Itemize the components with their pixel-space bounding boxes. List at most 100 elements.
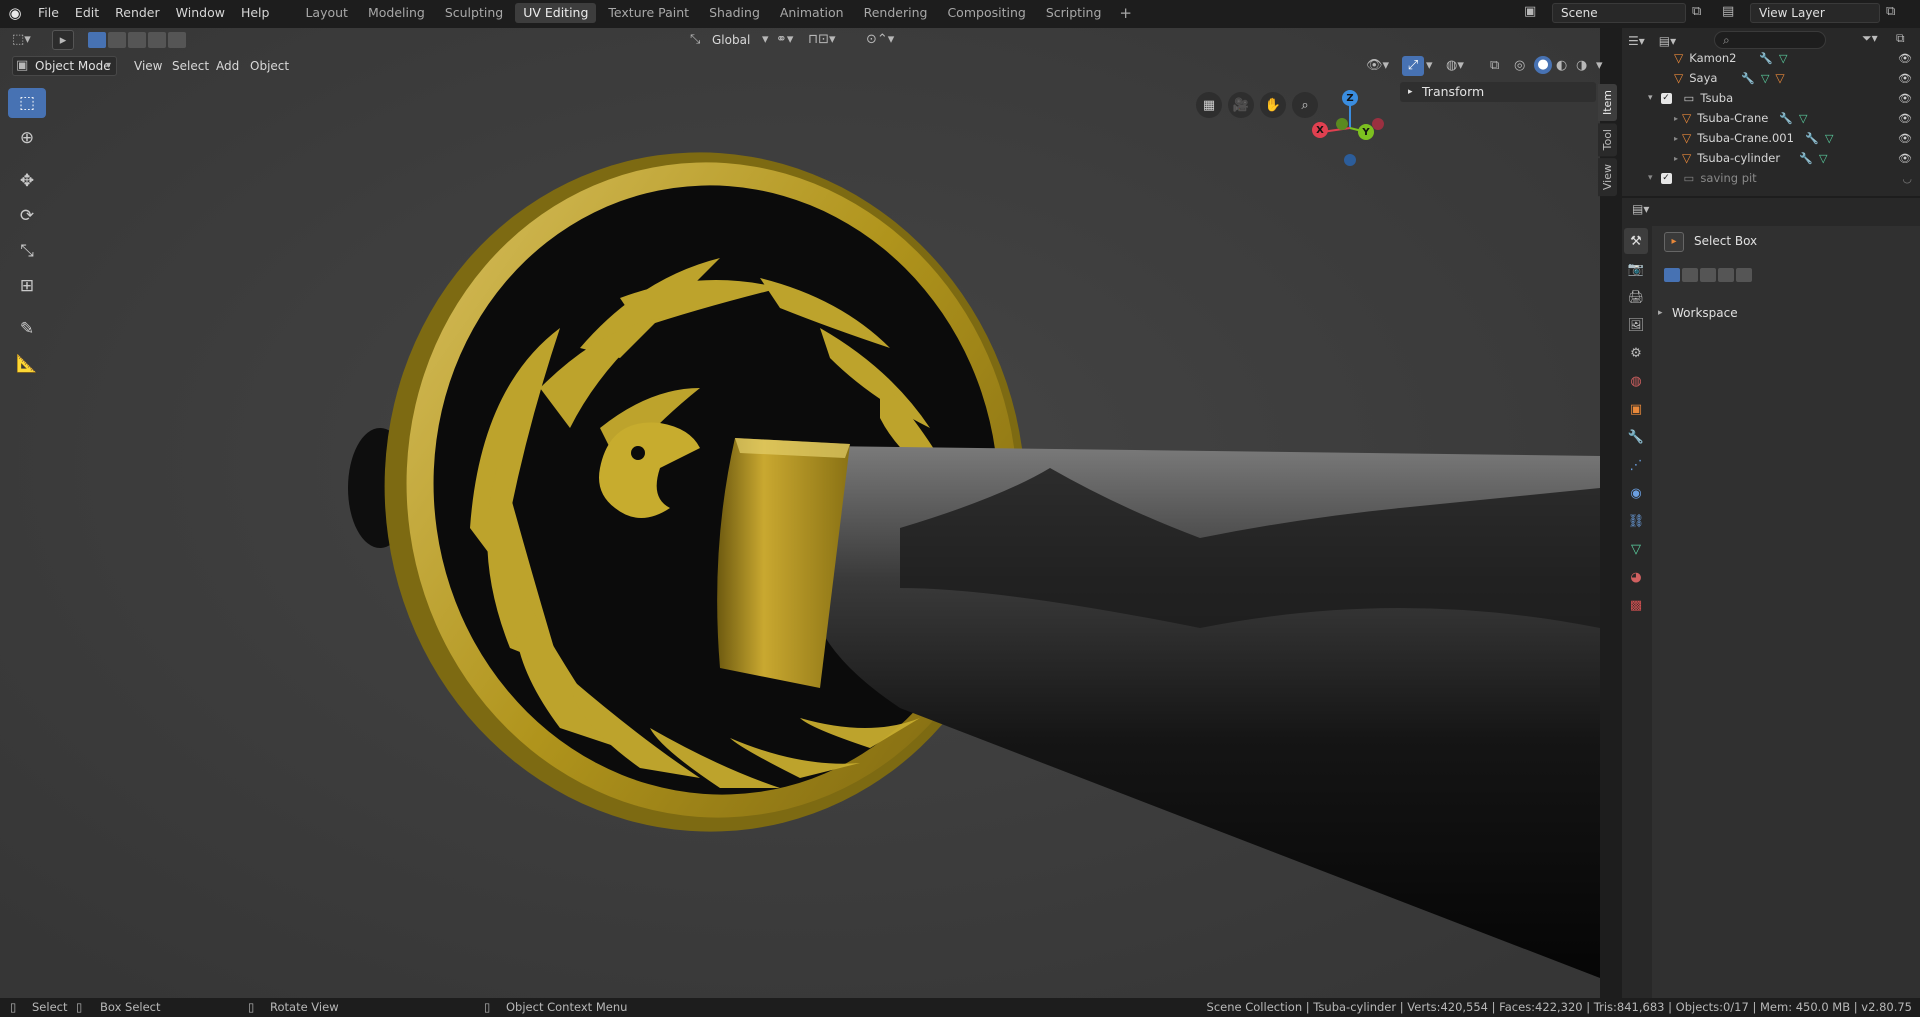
data-properties-icon[interactable]: ▽ [1624,536,1648,562]
list-item[interactable]: ▸ ▽ Tsuba-cylinder 🔧 ▽ 👁 [1622,148,1920,168]
menu-object[interactable]: Object [244,56,295,76]
menu-view[interactable]: View [128,56,168,76]
visibility-eye-icon[interactable]: 👁 [1898,52,1912,65]
tab-tool[interactable]: Tool [1598,123,1617,157]
visibility-hidden-icon[interactable]: ◡ [1902,172,1912,185]
new-collection-icon[interactable]: ⧉ [1896,31,1905,46]
editor-type-icon[interactable]: ⬚▾ [12,30,31,50]
new-view-layer-icon[interactable]: ⧉ [1886,2,1895,22]
axis-x-icon[interactable]: X [1312,122,1328,138]
modifier-icon[interactable]: 🔧 [1779,112,1793,125]
workspace-expand-icon[interactable]: ▸ [1658,308,1663,318]
modifier-icon[interactable]: 🔧 [1759,52,1773,65]
expand-icon[interactable]: ▸ [1674,154,1678,163]
tool-properties-icon[interactable]: ⚒ [1624,228,1648,254]
rotate-tool-icon[interactable]: ⟳ [8,201,46,231]
menu-render[interactable]: Render [107,0,168,26]
solid-shading-icon[interactable]: ● [1534,56,1552,74]
mode-set-icon[interactable] [1664,268,1680,282]
3d-viewport[interactable] [0,28,1600,998]
workspace-panel-header[interactable]: Workspace [1672,306,1738,320]
menu-add[interactable]: Add [210,56,245,76]
modifier-icon[interactable]: 🔧 [1805,132,1819,145]
modifier-icon[interactable]: 🔧 [1799,152,1813,165]
pivot-icon[interactable]: ⚭▾ [776,30,793,50]
mesh-data-icon[interactable]: ▽ [1825,132,1833,145]
menu-file[interactable]: File [30,0,67,26]
add-workspace-icon[interactable]: + [1113,4,1138,22]
orientation-dropdown[interactable]: Global [706,30,756,50]
axis-neg-x-icon[interactable] [1372,118,1384,130]
mesh-data-icon[interactable]: ▽ [1779,52,1787,65]
toggle-grid-icon[interactable]: ▦ [1196,92,1222,118]
scene-properties-icon[interactable]: ⚙ [1624,340,1648,366]
tab-animation[interactable]: Animation [772,3,852,23]
texture-properties-icon[interactable]: ▩ [1624,592,1648,618]
collapse-chevron-icon[interactable]: ▾ [1648,173,1653,183]
axis-z-icon[interactable]: Z [1342,90,1358,106]
modifier-icon[interactable]: 🔧 [1741,72,1755,85]
tab-rendering[interactable]: Rendering [856,3,936,23]
select-invert-icon[interactable] [148,32,166,48]
tab-scripting[interactable]: Scripting [1038,3,1110,23]
axis-neg-y-icon[interactable] [1336,118,1348,130]
expand-icon[interactable]: ▸ [1674,114,1678,123]
mode-intersect-icon[interactable] [1736,268,1752,282]
select-subtract-icon[interactable] [128,32,146,48]
render-properties-icon[interactable]: 📷 [1624,256,1648,282]
mode-extend-icon[interactable] [1682,268,1698,282]
mode-subtract-icon[interactable] [1700,268,1716,282]
snap-icon[interactable]: ⊓⊡▾ [808,30,836,50]
axis-neg-z-icon[interactable] [1344,154,1356,166]
outliner-display-mode-icon[interactable]: ▤▾ [1659,34,1676,48]
tool-select-icon[interactable]: ▸ [52,30,74,50]
cursor-tool-icon[interactable]: ⊕ [8,123,46,153]
select-intersect-icon[interactable] [168,32,186,48]
visibility-eye-icon[interactable]: 👁 [1898,132,1912,145]
visibility-icon[interactable]: 👁▾ [1366,56,1389,76]
tab-item[interactable]: Item [1598,84,1617,122]
select-new-icon[interactable] [88,32,106,48]
blender-logo-icon[interactable]: ◉ [0,0,30,26]
outliner-editor-icon[interactable]: ☰▾ [1628,34,1645,48]
new-scene-icon[interactable]: ⧉ [1692,2,1701,22]
mesh-data-icon[interactable]: ▽ [1819,152,1827,165]
mode-difference-icon[interactable] [1718,268,1734,282]
material-shading-icon[interactable]: ◐ [1556,56,1567,76]
visibility-eye-icon[interactable]: 👁 [1898,112,1912,125]
physics-properties-icon[interactable]: ◉ [1624,480,1648,506]
constraints-properties-icon[interactable]: ⛓ [1624,508,1648,534]
transform-panel-header[interactable]: ▸ Transform [1400,82,1596,102]
tab-modeling[interactable]: Modeling [360,3,433,23]
object-properties-icon[interactable]: ▣ [1624,396,1648,422]
tab-compositing[interactable]: Compositing [939,3,1033,23]
proportional-edit-icon[interactable]: ⊙⌃▾ [866,30,894,50]
overlays-icon[interactable]: ◍▾ [1446,56,1464,76]
list-item[interactable]: ▸ ▽ Tsuba-Crane.001 🔧 ▽ 👁 [1622,128,1920,148]
collection-checkbox[interactable]: ✓ [1660,172,1672,184]
scale-tool-icon[interactable]: ⤡ [8,236,46,266]
camera-view-icon[interactable]: 🎥 [1228,92,1254,118]
rendered-shading-icon[interactable]: ◑ [1576,56,1587,76]
measure-tool-icon[interactable]: 📐 [8,349,46,379]
visibility-eye-icon[interactable]: 👁 [1898,152,1912,165]
particles-properties-icon[interactable]: ⋰ [1624,452,1648,478]
tab-uv-editing[interactable]: UV Editing [515,3,597,23]
axis-gizmo[interactable]: Z X Y [1310,90,1390,170]
menu-select[interactable]: Select [166,56,215,76]
tab-sculpting[interactable]: Sculpting [437,3,511,23]
view-layer-selector[interactable]: View Layer [1750,3,1880,23]
tab-view[interactable]: View [1598,158,1617,197]
menu-window[interactable]: Window [168,0,233,26]
transform-tool-icon[interactable]: ⊞ [8,271,46,301]
gizmo-chevron-icon[interactable]: ▾ [1426,56,1433,76]
list-item[interactable]: ▽ Kamon2 🔧 ▽ 👁 [1622,48,1920,68]
mesh-data-icon[interactable]: ▽ [1799,112,1807,125]
view-layer-properties-icon[interactable]: 🖼 [1624,312,1648,338]
mesh-data-icon[interactable]: ▽ [1761,72,1769,85]
list-item[interactable]: ▾ ✓ ▭ Tsuba 👁 [1622,88,1920,108]
properties-editor-icon[interactable]: ▤▾ [1632,202,1649,216]
scene-type-icon[interactable]: ▣ [1524,2,1536,22]
wireframe-shading-icon[interactable]: ◎ [1514,56,1525,76]
expand-icon[interactable]: ▸ [1674,134,1678,143]
